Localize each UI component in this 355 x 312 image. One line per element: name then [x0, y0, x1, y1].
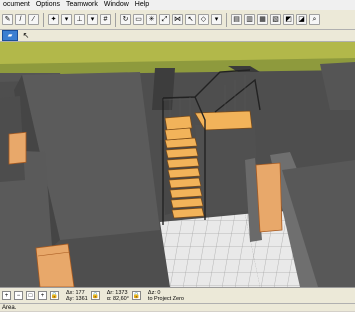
chevron-down-icon[interactable]: ▾ [211, 14, 222, 25]
toolbar-separator [115, 12, 116, 27]
edit-icon[interactable]: ✎ [2, 14, 13, 25]
angle-alpha: α: 82,60° [106, 295, 129, 302]
status-bar: Area. [0, 303, 355, 311]
toolbox: ▰ ↖ [0, 30, 355, 42]
3d-scene [0, 42, 355, 287]
rotate-icon[interactable]: ↻ [120, 14, 131, 25]
standard-toolbar: ✎ / ⁄ ✦ ▾ ⊥ ▾ # ↻ ▭ ✳ ⤢ ⋈ ↖ ◇ ▾ ▤ ▥ ▦ ▧ … [0, 10, 355, 30]
magic-wand-icon[interactable]: ✦ [48, 14, 59, 25]
coordinate-z: Δz: 0 to Project Zero [148, 290, 184, 302]
toolbar-separator [43, 12, 44, 27]
arrow-icon[interactable]: ↖ [185, 14, 196, 25]
render-icon[interactable]: ◪ [296, 14, 307, 25]
3d-icon[interactable]: ◩ [283, 14, 294, 25]
stretch-icon[interactable]: ⤢ [159, 14, 170, 25]
layout-icon[interactable]: ▭ [133, 14, 144, 25]
chevron-down-icon[interactable]: ▾ [61, 14, 72, 25]
snap-icon[interactable]: ⊥ [74, 14, 85, 25]
grid-icon[interactable]: # [100, 14, 111, 25]
menu-options[interactable]: Options [33, 0, 63, 10]
pick-icon[interactable]: ⁄ [28, 14, 39, 25]
arrow-tool-icon[interactable]: ↖ [21, 31, 31, 40]
coordinate-polar: Δr: 1373 α: 82,60° [107, 290, 129, 302]
cross-icon[interactable]: + [38, 291, 47, 300]
coordinate-infobox: + − □ + 🔒 Δx: 177 Δy: 1361 🔒 Δr: 1373 α:… [0, 287, 355, 303]
elevation-icon[interactable]: ▥ [244, 14, 255, 25]
pen-icon[interactable]: / [15, 14, 26, 25]
zoom-in-icon[interactable]: + [2, 291, 11, 300]
zoom-out-icon[interactable]: − [14, 291, 23, 300]
menu-help[interactable]: Help [132, 0, 152, 10]
lock-icon[interactable]: 🔒 [50, 291, 59, 300]
chevron-down-icon[interactable]: ▾ [87, 14, 98, 25]
coordinate-xy: Δx: 177 Δy: 1361 [66, 290, 88, 302]
toolbar-separator [226, 12, 227, 27]
3d-viewport[interactable] [0, 42, 355, 287]
menu-teamwork[interactable]: Teamwork [63, 0, 101, 10]
explode-icon[interactable]: ◇ [198, 14, 209, 25]
split-icon[interactable]: ⋈ [172, 14, 183, 25]
menu-window[interactable]: Window [101, 0, 132, 10]
lock-icon[interactable]: 🔒 [90, 291, 100, 300]
status-text: Area. [2, 305, 17, 311]
detail-icon[interactable]: ▦ [257, 14, 268, 25]
delta-y: Δy: 1361 [66, 295, 88, 302]
lock-icon[interactable]: 🔒 [131, 291, 141, 300]
worksheet-icon[interactable]: ▧ [270, 14, 281, 25]
menu-document[interactable]: ocument [0, 0, 33, 10]
fit-icon[interactable]: □ [26, 291, 35, 300]
project-zero-label: to Project Zero [147, 295, 184, 302]
star-icon[interactable]: ✳ [146, 14, 157, 25]
selected-tool-icon[interactable]: ▰ [2, 30, 18, 41]
zoom-icon[interactable]: ⌕ [309, 14, 320, 25]
section-icon[interactable]: ▤ [231, 14, 242, 25]
